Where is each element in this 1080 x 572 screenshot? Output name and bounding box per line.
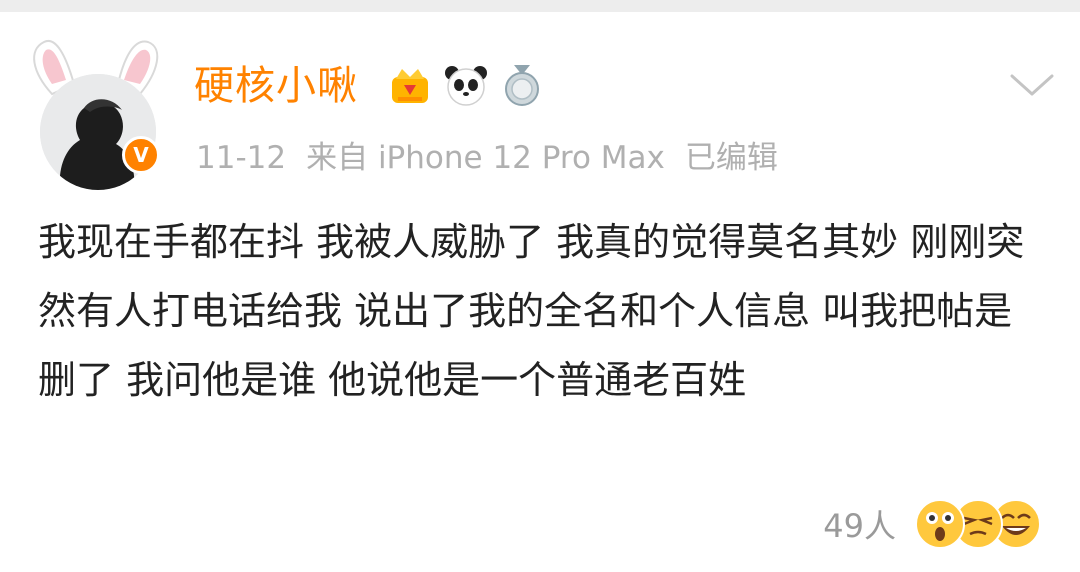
edited-label[interactable]: 已编辑 xyxy=(685,140,778,176)
post-date: 11-12 xyxy=(196,140,287,176)
reaction-summary[interactable]: 49人 xyxy=(823,496,1044,552)
reaction-count[interactable]: 49人 xyxy=(823,501,896,547)
post-content: 我现在手都在抖 我被人威胁了 我真的觉得莫名其妙 刚刚突然有人打电话给我 说出了… xyxy=(38,220,1025,402)
medal-badge-icon[interactable] xyxy=(500,63,544,107)
crown-badge-icon[interactable] xyxy=(388,63,432,107)
reaction-emojis[interactable] xyxy=(914,496,1044,552)
chevron-down-icon[interactable] xyxy=(1008,70,1056,100)
badge-row xyxy=(388,62,544,108)
username[interactable]: 硬核小啾 xyxy=(194,56,358,116)
verified-badge-icon: V xyxy=(122,136,160,174)
avatar[interactable]: V xyxy=(22,32,172,190)
post-meta: 11-12 来自 iPhone 12 Pro Max 已编辑 xyxy=(196,136,798,180)
post-source[interactable]: 来自 iPhone 12 Pro Max xyxy=(306,140,665,176)
panda-badge-icon[interactable] xyxy=(444,63,488,107)
shocked-face-icon xyxy=(915,499,965,549)
top-separator xyxy=(0,0,1080,12)
